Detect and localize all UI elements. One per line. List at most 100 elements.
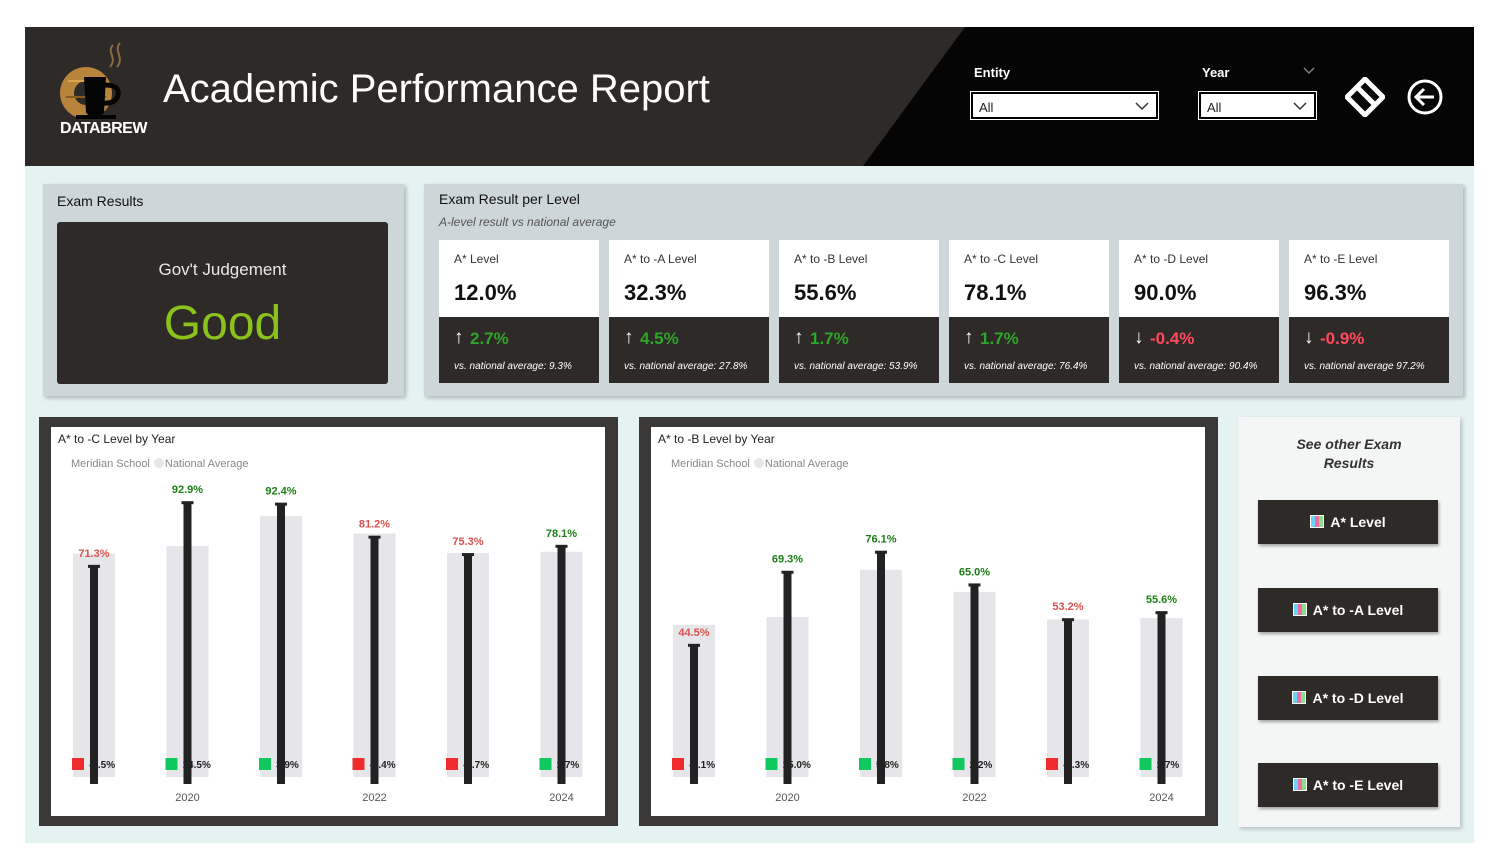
school-bar — [557, 546, 566, 784]
kpi-national-average: vs. national average 97.2% — [1304, 361, 1425, 372]
school-bar — [1157, 613, 1166, 784]
kpi-comparison: ↓ -0.9% vs. national average 97.2% — [1289, 317, 1449, 383]
x-tick-label: 2022 — [962, 792, 986, 804]
difference-label: 15.0% — [783, 760, 811, 771]
difference-marker — [765, 758, 778, 770]
other-results-title: See other Exam Results — [1238, 435, 1460, 473]
eraser-icon[interactable] — [1345, 77, 1385, 117]
nav-button-a-star[interactable]: A* Level — [1258, 500, 1438, 544]
school-bar-cap — [875, 550, 887, 554]
kpi-delta: 4.5% — [640, 329, 679, 348]
school-bar — [783, 572, 792, 784]
arrow-up-icon: ↑ — [794, 327, 804, 348]
level-kpi-card: A* to -D Level 90.0% ↓ -0.4% vs. national av… — [1119, 240, 1279, 383]
arrow-up-icon: ↑ — [964, 327, 974, 348]
other-results-title-line1: See other Exam — [1296, 436, 1402, 452]
school-bar-cap — [181, 501, 194, 505]
page-title: Academic Performance Report — [163, 67, 710, 111]
difference-label: -4.5% — [89, 760, 115, 771]
chart-card: A* to -C Level by Year Meridian School Na… — [51, 427, 605, 816]
bar-chart-a-b: 44.5% -7.1% 69.3% 15.0% 2020 76.1% 5.8% 65.0% 2.… — [672, 534, 1183, 804]
kpi-national-average: vs. national average: 9.3% — [454, 361, 572, 372]
school-bar — [90, 566, 98, 784]
bar-value-label: 75.3% — [452, 536, 483, 548]
exam-results-panel: Exam Results Gov't Judgement Good — [43, 184, 404, 396]
report-icon — [1292, 603, 1307, 616]
x-tick-label: 2020 — [175, 792, 199, 804]
arrow-down-icon: ↓ — [1304, 327, 1314, 348]
report-icon — [1310, 515, 1325, 528]
bar-value-label: 92.4% — [265, 486, 296, 498]
bar-chart-a-c: 71.3% -4.5% 92.9% 14.5% 2020 92.4% 3.9% 81.2% -1… — [72, 484, 583, 804]
difference-label: 5.8% — [876, 760, 899, 771]
x-tick-label: 2024 — [549, 792, 573, 804]
nav-button-a-star-to-a[interactable]: A* to -A Level — [1258, 588, 1438, 632]
difference-label: 14.5% — [183, 760, 211, 771]
difference-label: 3.9% — [276, 760, 299, 771]
school-bar-cap — [462, 553, 474, 557]
levels-title: Exam Result per Level — [439, 191, 580, 207]
level-kpi-card: A* to -C Level 78.1% ↑ 1.7% vs. national ave… — [949, 240, 1109, 383]
level-kpi-card: A* Level 12.0% ↑ 2.7% vs. national average: … — [439, 240, 599, 383]
levels-panel: Exam Result per Level A-level result vs … — [424, 184, 1463, 396]
back-arrow-icon[interactable] — [1405, 77, 1445, 117]
levels-subtitle: A-level result vs national average — [439, 215, 616, 229]
report-icon — [1292, 691, 1307, 704]
school-bar — [464, 555, 472, 784]
nav-button-a-star-to-d[interactable]: A* to -D Level — [1258, 676, 1438, 720]
nav-button-a-star-to-e[interactable]: A* to -E Level — [1258, 763, 1438, 807]
nav-button-label: A* to -A Level — [1312, 602, 1404, 618]
bar-value-label: 69.3% — [772, 554, 803, 566]
difference-marker — [952, 758, 965, 770]
year-dropdown[interactable]: All — [1198, 91, 1317, 120]
arrow-down-icon: ↓ — [1134, 327, 1144, 348]
bar-value-label: 92.9% — [172, 484, 203, 496]
kpi-value: 55.6% — [794, 280, 857, 305]
kpi-delta: 1.7% — [810, 329, 849, 348]
school-bar-cap — [368, 535, 381, 539]
logo-text: DATABREW — [60, 120, 147, 137]
bar-value-label: 65.0% — [959, 566, 990, 578]
kpi-delta: -0.4% — [1150, 329, 1195, 348]
school-bar-cap — [688, 643, 700, 647]
chart-frame-a-c: A* to -C Level by Year Meridian School Na… — [39, 417, 618, 826]
level-kpi-card: A* to -B Level 55.6% ↑ 1.7% vs. national ave… — [779, 240, 939, 383]
bar-value-label: 55.6% — [1146, 594, 1177, 606]
school-bar-cap — [1155, 611, 1168, 615]
judgement-value: Good — [163, 297, 282, 350]
difference-marker — [1139, 758, 1152, 770]
difference-marker — [1046, 758, 1058, 770]
difference-marker — [72, 758, 84, 770]
other-results-title-line2: Results — [1323, 455, 1375, 471]
kpi-delta: -0.9% — [1320, 329, 1365, 348]
year-value: All — [1207, 100, 1222, 115]
school-bar-cap — [781, 570, 794, 574]
school-bar — [370, 537, 379, 784]
kpi-value: 78.1% — [964, 280, 1027, 305]
entity-dropdown[interactable]: All — [970, 91, 1159, 120]
judgement-label: Gov't Judgement — [158, 260, 287, 279]
difference-marker — [165, 758, 178, 770]
school-bar-cap — [555, 544, 568, 548]
kpi-level-label: A* to -A Level — [624, 252, 697, 266]
chart-card: A* to -B Level by Year Meridian School Na… — [651, 427, 1205, 816]
difference-marker — [859, 758, 871, 770]
entity-value: All — [979, 100, 994, 115]
difference-marker — [539, 758, 552, 770]
report-icon — [1292, 778, 1307, 791]
level-kpi-card: A* to -A Level 32.3% ↑ 4.5% vs. national ave… — [609, 240, 769, 383]
chevron-down-icon[interactable] — [1303, 66, 1315, 76]
x-tick-label: 2020 — [775, 792, 799, 804]
school-bar-cap — [88, 564, 100, 568]
kpi-value: 90.0% — [1134, 280, 1197, 305]
chevron-down-icon — [1135, 102, 1149, 111]
year-label: Year — [1202, 65, 1230, 80]
nav-button-label: A* to -D Level — [1312, 690, 1404, 706]
difference-label: 2.2% — [970, 760, 993, 771]
bar-value-label: 76.1% — [865, 534, 896, 546]
kpi-level-label: A* to -E Level — [1304, 252, 1378, 266]
school-bar — [277, 504, 285, 784]
kpi-value: 96.3% — [1304, 280, 1367, 305]
difference-label: 1.7% — [1157, 760, 1180, 771]
bar-value-label: 78.1% — [546, 528, 577, 540]
